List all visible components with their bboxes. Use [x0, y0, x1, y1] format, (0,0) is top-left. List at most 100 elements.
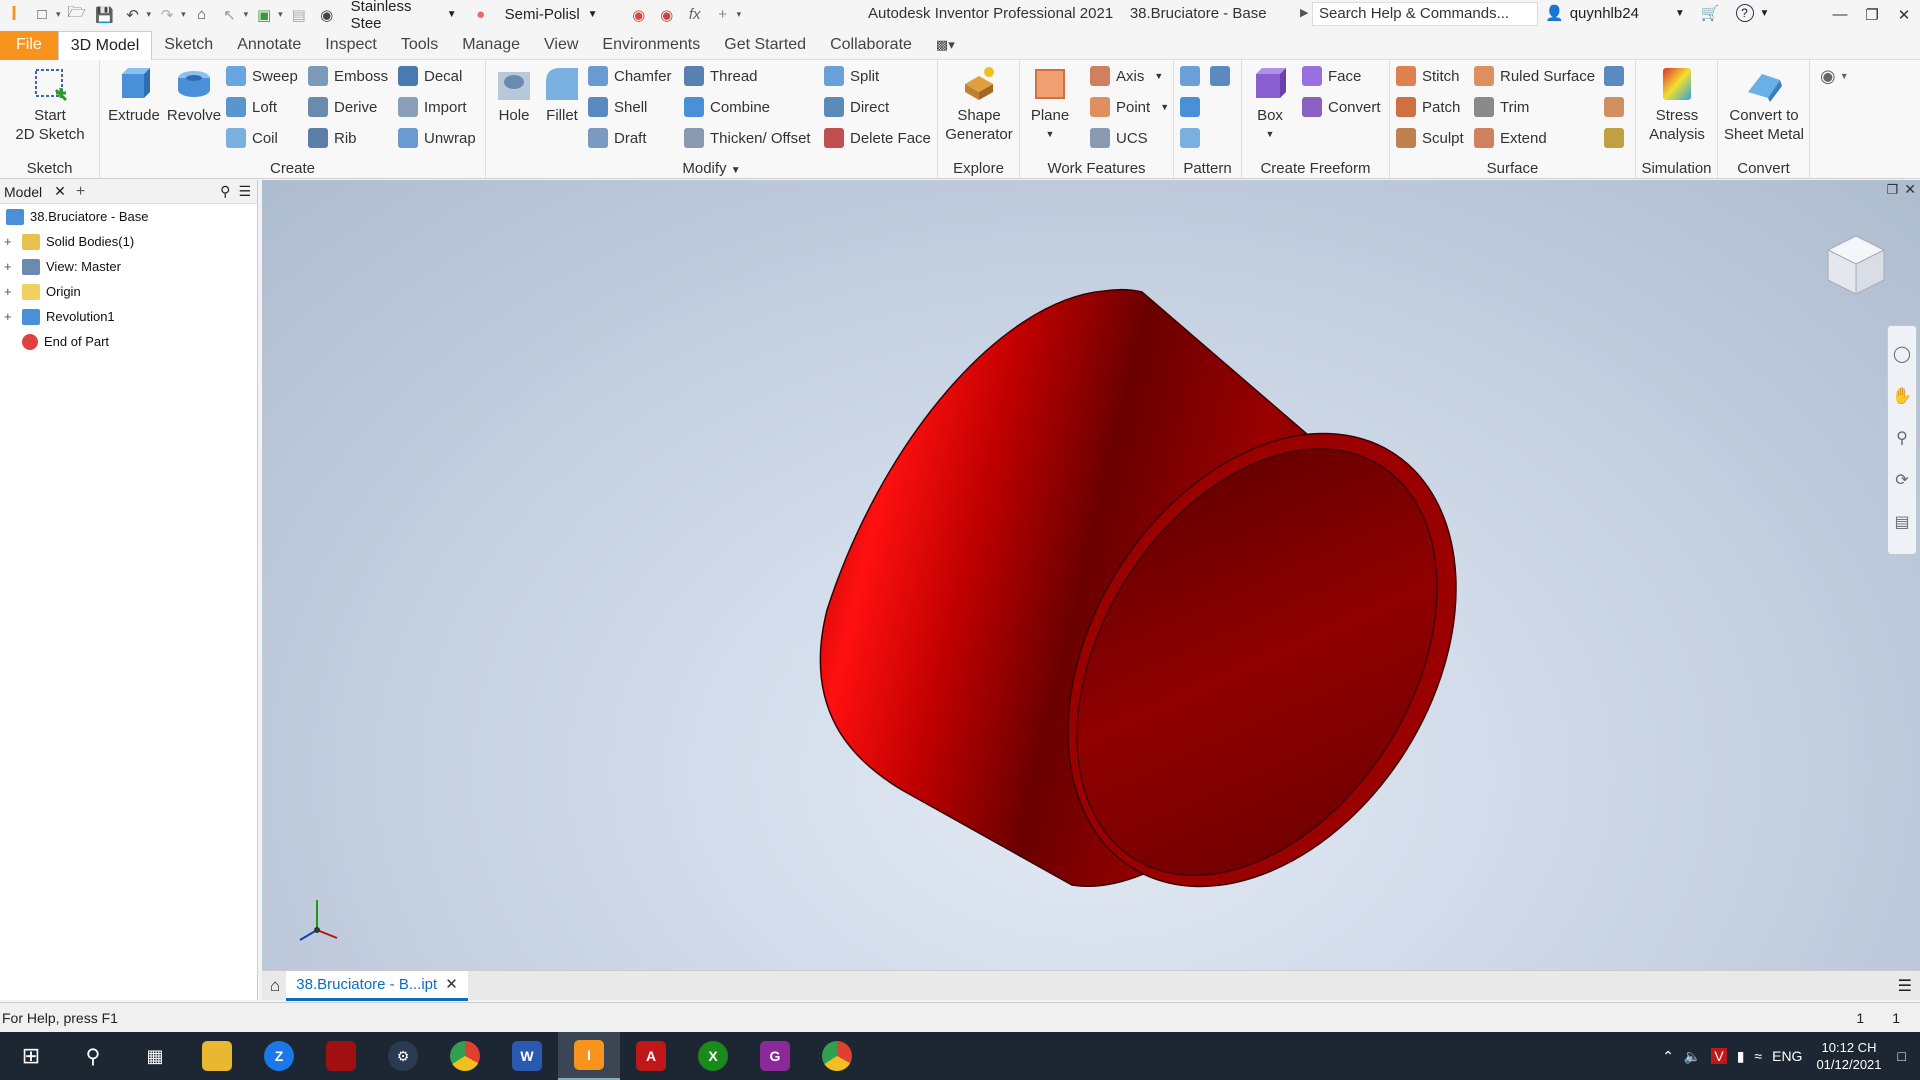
import-button[interactable]: Import: [398, 95, 467, 119]
taskbar-autocad[interactable]: A: [620, 1032, 682, 1080]
tab-manage[interactable]: Manage: [450, 31, 532, 60]
sketch-pattern-button[interactable]: [1180, 126, 1206, 150]
tab-sketch[interactable]: Sketch: [152, 31, 225, 60]
tab-inspect[interactable]: Inspect: [313, 31, 389, 60]
update-icon[interactable]: ▣: [253, 4, 275, 26]
tree-item-origin[interactable]: + Origin: [0, 279, 257, 304]
viewport-close-icon[interactable]: ✕: [1904, 181, 1916, 198]
chevron-right-icon[interactable]: ▶: [1300, 6, 1308, 19]
search-button[interactable]: ⚲: [62, 1032, 124, 1080]
rib-button[interactable]: Rib: [308, 126, 357, 150]
rectangular-pattern-button[interactable]: [1180, 64, 1206, 88]
expand-icon[interactable]: +: [4, 234, 16, 249]
taskbar-xbox[interactable]: X: [682, 1032, 744, 1080]
graphics-viewport[interactable]: ◯ ✋ ⚲ ⟳ ▤ ❐ ✕: [262, 180, 1920, 970]
save-icon[interactable]: 💾: [94, 4, 116, 26]
emboss-button[interactable]: Emboss: [308, 64, 388, 88]
parameters-fx-icon[interactable]: fx: [684, 4, 706, 26]
hole-button[interactable]: Hole: [490, 64, 538, 125]
taskbar-inventor[interactable]: I: [558, 1032, 620, 1080]
help-icon[interactable]: ?: [1735, 4, 1754, 22]
convert-freeform-button[interactable]: Convert: [1302, 95, 1381, 119]
ribbon-options-icon[interactable]: ▩▾: [924, 31, 967, 60]
battery-icon[interactable]: ▮: [1737, 1048, 1745, 1065]
loft-button[interactable]: Loft: [226, 95, 277, 119]
menu-icon[interactable]: ☰: [238, 183, 251, 200]
derive-button[interactable]: Derive: [308, 95, 377, 119]
panel-label-modify[interactable]: Modify ▼: [486, 160, 937, 177]
circular-pattern-button[interactable]: [1180, 95, 1206, 119]
home-icon[interactable]: ⌂: [191, 4, 213, 26]
taskbar-pdf[interactable]: G: [744, 1032, 806, 1080]
plane-button[interactable]: Plane ▼: [1026, 64, 1074, 144]
expand-icon[interactable]: +: [4, 284, 16, 299]
material-icon[interactable]: ◉: [316, 4, 338, 26]
clear-appearance-icon[interactable]: ◉: [656, 4, 678, 26]
stress-analysis-button[interactable]: Stress Analysis: [1638, 64, 1716, 144]
add-icon[interactable]: +: [712, 4, 734, 26]
select-icon[interactable]: ↖: [219, 4, 241, 26]
delete-face-button[interactable]: Delete Face: [824, 126, 931, 150]
task-view-button[interactable]: ▦: [124, 1032, 186, 1080]
viewport-restore-icon[interactable]: ❐: [1886, 182, 1898, 198]
tree-item-end-of-part[interactable]: End of Part: [0, 329, 257, 354]
split-button[interactable]: Split: [824, 64, 879, 88]
look-at-icon[interactable]: ▤: [1894, 512, 1909, 532]
redo-icon[interactable]: ↷: [156, 4, 178, 26]
taskbar-chrome-2[interactable]: [806, 1032, 868, 1080]
wifi-icon[interactable]: ≈: [1754, 1048, 1762, 1064]
ucs-button[interactable]: UCS: [1090, 126, 1148, 150]
tab-get-started[interactable]: Get Started: [712, 31, 818, 60]
measure-icon[interactable]: ▤: [288, 4, 310, 26]
steering-wheel-icon[interactable]: ◯: [1893, 344, 1911, 364]
trim-button[interactable]: Trim: [1474, 95, 1529, 119]
material-select[interactable]: Stainless Stee ▼: [345, 0, 463, 32]
tab-collaborate[interactable]: Collaborate: [818, 31, 924, 60]
expand-icon[interactable]: +: [4, 309, 16, 324]
tree-item-solid-bodies[interactable]: + Solid Bodies(1): [0, 229, 257, 254]
close-icon[interactable]: ✕: [54, 183, 66, 200]
sweep-button[interactable]: Sweep: [226, 64, 298, 88]
unwrap-button[interactable]: Unwrap: [398, 126, 476, 150]
shell-button[interactable]: Shell: [588, 95, 647, 119]
tab-view[interactable]: View: [532, 31, 590, 60]
pan-icon[interactable]: ✋: [1892, 386, 1912, 406]
inventor-logo-icon[interactable]: I: [3, 3, 25, 26]
ruled-surface-button[interactable]: Ruled Surface: [1474, 64, 1595, 88]
home-icon[interactable]: ⌂: [270, 976, 280, 996]
clock[interactable]: 10:12 CH 01/12/2021: [1816, 1039, 1881, 1073]
extrude-button[interactable]: Extrude: [106, 64, 162, 125]
combine-button[interactable]: Combine: [684, 95, 770, 119]
shape-generator-button[interactable]: Shape Generator: [940, 64, 1018, 144]
face-button[interactable]: Face: [1302, 64, 1361, 88]
fillet-button[interactable]: Fillet: [538, 64, 586, 125]
extend-button[interactable]: Extend: [1474, 126, 1547, 150]
ribbon-more-icon[interactable]: ◉ ▼: [1820, 64, 1849, 88]
tab-annotate[interactable]: Annotate: [225, 31, 313, 60]
tree-item-part[interactable]: 38.Bruciatore - Base: [0, 204, 257, 229]
expand-icon[interactable]: +: [4, 259, 16, 274]
cart-icon[interactable]: 🛒: [1701, 4, 1720, 22]
chamfer-button[interactable]: Chamfer: [588, 64, 672, 88]
add-tab-icon[interactable]: +: [76, 183, 85, 201]
undo-dropdown-icon[interactable]: ▾: [147, 9, 152, 20]
taskbar-steam[interactable]: ⚙: [372, 1032, 434, 1080]
tab-3d-model[interactable]: 3D Model: [57, 30, 153, 60]
customize-dropdown-icon[interactable]: ▾: [737, 9, 742, 20]
taskbar-app-red[interactable]: [310, 1032, 372, 1080]
tree-item-view-master[interactable]: + View: Master: [0, 254, 257, 279]
thicken-offset-button[interactable]: Thicken/ Offset: [684, 126, 811, 150]
tab-file[interactable]: File: [0, 30, 58, 60]
chevron-down-icon[interactable]: ▼: [1760, 8, 1770, 19]
stitch-button[interactable]: Stitch: [1396, 64, 1460, 88]
taskbar-zalo[interactable]: Z: [248, 1032, 310, 1080]
new-file-icon[interactable]: □: [31, 4, 53, 26]
undo-icon[interactable]: ↶: [122, 4, 144, 26]
draft-button[interactable]: Draft: [588, 126, 647, 150]
sculpt-button[interactable]: Sculpt: [1396, 126, 1464, 150]
search-input[interactable]: Search Help & Commands...: [1312, 2, 1538, 26]
surface-tool-1-button[interactable]: [1604, 64, 1630, 88]
open-folder-icon[interactable]: 🗁: [66, 4, 88, 26]
direct-button[interactable]: Direct: [824, 95, 889, 119]
zoom-icon[interactable]: ⚲: [1896, 428, 1908, 448]
